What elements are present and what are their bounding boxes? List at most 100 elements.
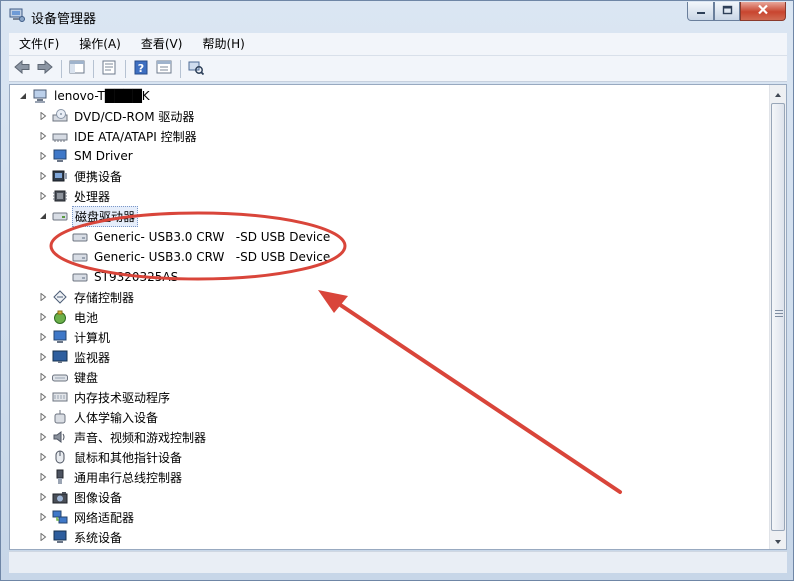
toolbar: ? xyxy=(9,55,787,82)
tree-item[interactable]: 电池 xyxy=(38,307,100,327)
scroll-up-icon xyxy=(774,87,782,101)
scroll-down-button[interactable] xyxy=(770,532,786,549)
show-hide-tree-button[interactable] xyxy=(66,58,88,80)
tree-item[interactable]: 声音、视频和游戏控制器 xyxy=(38,427,208,447)
close-button[interactable] xyxy=(740,2,786,21)
view-icon xyxy=(156,60,172,77)
collapsed-arrow-icon[interactable] xyxy=(38,151,48,161)
tree-item[interactable]: 计算机 xyxy=(38,327,112,347)
portable-device-icon xyxy=(52,168,68,184)
tree-item-label: 电池 xyxy=(74,310,99,325)
collapsed-arrow-icon[interactable] xyxy=(38,332,48,342)
tree-item[interactable]: 图像设备 xyxy=(38,487,124,507)
tree-child-item[interactable]: Generic- USB3.0 CRW -SD USB Device xyxy=(72,247,332,267)
disk-drive-icon xyxy=(72,249,88,265)
forward-button[interactable] xyxy=(34,58,56,80)
tree-item-label: 磁盘驱动器 xyxy=(72,205,139,227)
collapsed-arrow-icon[interactable] xyxy=(38,472,48,482)
view-button[interactable] xyxy=(153,58,175,80)
vertical-scrollbar[interactable] xyxy=(769,85,786,549)
device-manager-icon xyxy=(9,8,25,22)
help-icon: ? xyxy=(133,60,149,78)
tree-item[interactable]: 便携设备 xyxy=(38,166,124,186)
window-title: 设备管理器 xyxy=(31,12,97,27)
tree-item-label: SM Driver xyxy=(74,149,133,163)
collapsed-arrow-icon[interactable] xyxy=(38,432,48,442)
collapsed-arrow-icon[interactable] xyxy=(38,392,48,402)
help-button[interactable]: ? xyxy=(130,58,152,80)
properties-button[interactable] xyxy=(98,58,120,80)
collapsed-arrow-icon[interactable] xyxy=(38,412,48,422)
collapsed-arrow-icon[interactable] xyxy=(38,512,48,522)
toolbar-separator xyxy=(61,59,62,78)
tree-item[interactable]: 监视器 xyxy=(38,347,112,367)
collapsed-arrow-icon[interactable] xyxy=(38,292,48,302)
tree-child-label: Generic- USB3.0 CRW -SD USB Device xyxy=(94,230,331,244)
scrollbar-thumb[interactable] xyxy=(771,103,785,531)
toolbar-separator xyxy=(125,59,126,78)
tree-item[interactable]: 键盘 xyxy=(38,367,100,387)
tree-item[interactable]: 内存技术驱动程序 xyxy=(38,387,172,407)
tree-item[interactable]: DVD/CD-ROM 驱动器 xyxy=(38,106,196,126)
svg-text:?: ? xyxy=(138,62,144,75)
expanded-arrow-icon[interactable] xyxy=(38,211,48,221)
tree-item[interactable]: 通用串行总线控制器 xyxy=(38,467,184,487)
tree-item-label: 鼠标和其他指针设备 xyxy=(74,450,183,465)
forward-icon xyxy=(37,59,53,77)
tree-item-label: 监视器 xyxy=(74,350,111,365)
dvd-drive-icon xyxy=(52,108,68,124)
back-button[interactable] xyxy=(11,58,33,80)
scroll-up-button[interactable] xyxy=(770,85,786,102)
menu-view[interactable]: 查看(V) xyxy=(131,33,193,55)
menu-help[interactable]: 帮助(H) xyxy=(192,33,254,55)
battery-icon xyxy=(52,309,68,325)
scan-hardware-button[interactable] xyxy=(185,58,207,80)
disk-drive-icon xyxy=(52,208,68,224)
device-manager-window: 设备管理器 文件(F) 操作(A) 查看(V) 帮助(H) ? lenovo-T… xyxy=(0,0,794,581)
collapsed-arrow-icon[interactable] xyxy=(38,532,48,542)
tree-item[interactable]: 存储控制器 xyxy=(38,287,136,307)
scan-hardware-icon xyxy=(188,60,205,78)
computer-name: lenovo-T████K xyxy=(54,89,150,103)
tree-item[interactable]: 处理器 xyxy=(38,186,112,206)
tree-item[interactable]: 网络适配器 xyxy=(38,507,136,527)
collapsed-arrow-icon[interactable] xyxy=(38,352,48,362)
tree-item-label: 便携设备 xyxy=(74,169,123,184)
tree-item[interactable]: IDE ATA/ATAPI 控制器 xyxy=(38,126,199,146)
tree-child-label: Generic- USB3.0 CRW -SD USB Device xyxy=(94,250,331,264)
tree-item[interactable]: 系统设备 xyxy=(38,527,124,547)
menu-action[interactable]: 操作(A) xyxy=(69,33,131,55)
tree-item-label: 计算机 xyxy=(74,330,111,345)
collapsed-arrow-icon[interactable] xyxy=(38,492,48,502)
collapsed-arrow-icon[interactable] xyxy=(38,372,48,382)
monitor-icon xyxy=(52,349,68,365)
collapsed-arrow-icon[interactable] xyxy=(38,111,48,121)
tree-item[interactable]: SM Driver xyxy=(38,146,135,166)
collapsed-arrow-icon[interactable] xyxy=(38,131,48,141)
minimize-button[interactable] xyxy=(687,2,714,21)
tree-item-label: DVD/CD-ROM 驱动器 xyxy=(74,109,195,124)
collapsed-arrow-icon[interactable] xyxy=(38,452,48,462)
collapsed-arrow-icon[interactable] xyxy=(38,191,48,201)
tree-child-item[interactable]: Generic- USB3.0 CRW -SD USB Device xyxy=(72,227,332,247)
maximize-button[interactable] xyxy=(714,2,740,21)
collapsed-arrow-icon[interactable] xyxy=(38,312,48,322)
tree-item-disk-drives[interactable]: 磁盘驱动器 xyxy=(38,205,139,227)
tree-root[interactable]: lenovo-T████K xyxy=(18,86,152,106)
sound-icon xyxy=(52,429,68,445)
tree-item[interactable]: 人体学输入设备 xyxy=(38,407,160,427)
tree-item-label: 人体学输入设备 xyxy=(74,410,159,425)
tree-item-label: IDE ATA/ATAPI 控制器 xyxy=(74,129,197,144)
tree-item-label: 内存技术驱动程序 xyxy=(74,390,171,405)
tree-item[interactable]: 鼠标和其他指针设备 xyxy=(38,447,184,467)
mouse-icon xyxy=(52,449,68,465)
tree-child-item[interactable]: ST9320325AS xyxy=(72,267,180,287)
system-device-icon xyxy=(52,529,68,545)
expanded-arrow-icon[interactable] xyxy=(18,91,28,101)
disk-drive-icon xyxy=(72,269,88,285)
collapsed-arrow-icon[interactable] xyxy=(38,171,48,181)
tree-item-label: 声音、视频和游戏控制器 xyxy=(74,430,207,445)
menu-file[interactable]: 文件(F) xyxy=(9,33,69,55)
hid-icon xyxy=(52,409,68,425)
scrollbar-grip-icon xyxy=(775,310,783,317)
